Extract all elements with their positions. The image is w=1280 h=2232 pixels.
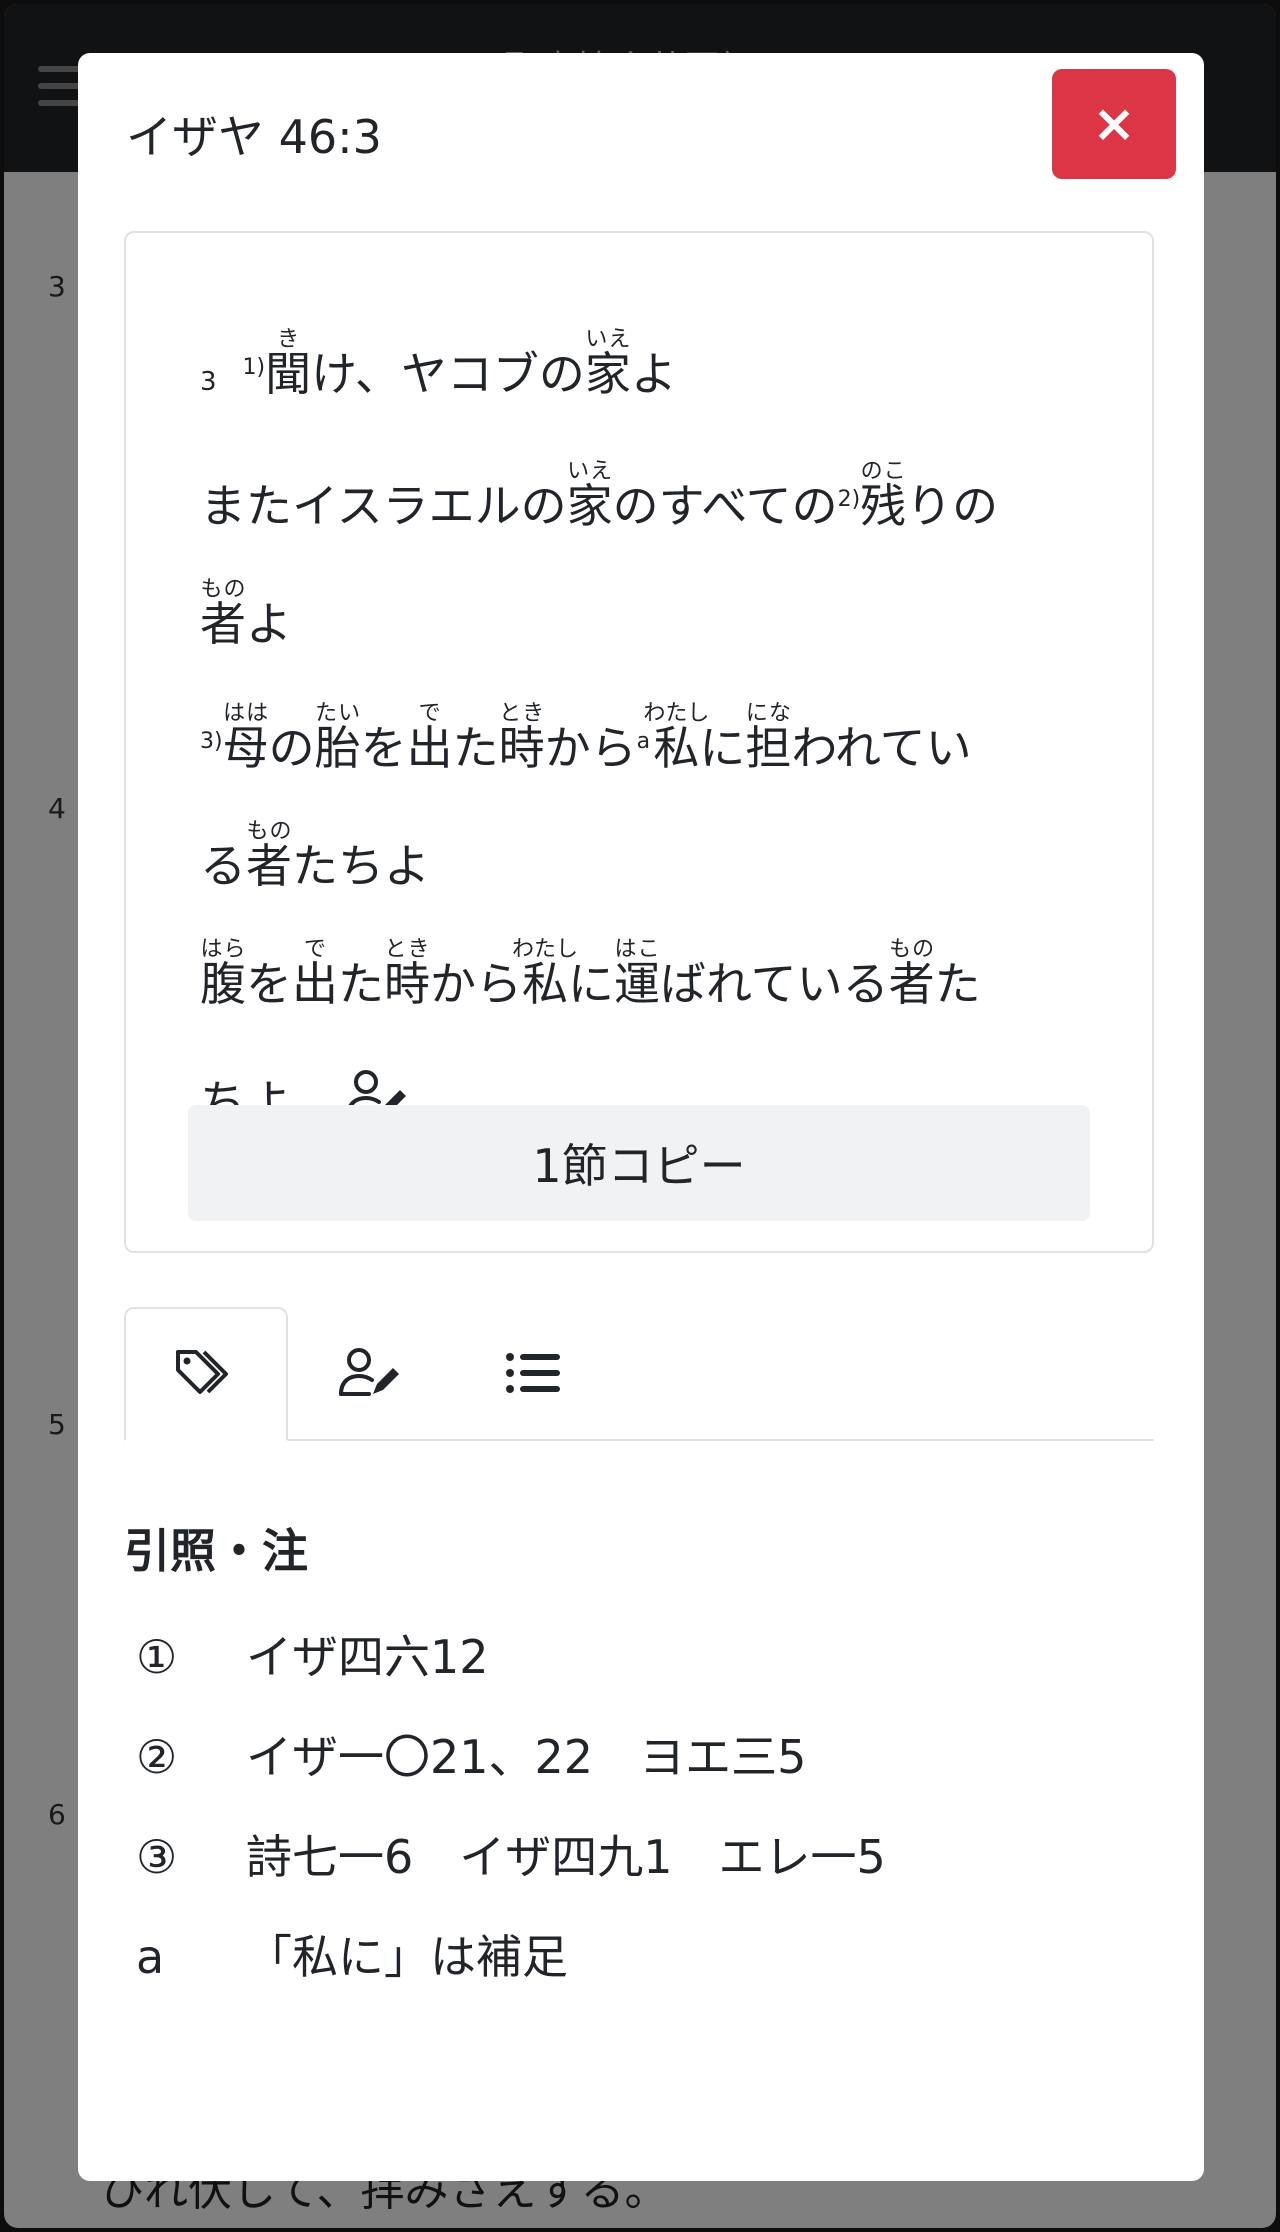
- reference-item: a 「私に」は補足: [136, 1930, 568, 1984]
- tab-notes[interactable]: [288, 1307, 452, 1439]
- verse-number: 3: [200, 367, 217, 397]
- reference-item: ③ 詩七一6 イザ四九1 エレ一5: [136, 1830, 886, 1884]
- tab-bar: [124, 1307, 1154, 1441]
- verse-modal: イザヤ 46:3 × 3 1)聞きけ、ヤコブの家いえよ またイスラエルの家いえのす…: [78, 53, 1204, 2181]
- footnote-marker[interactable]: 1): [243, 355, 266, 380]
- footnote-marker[interactable]: 3): [200, 729, 223, 754]
- verse-text: 3 1)聞きけ、ヤコブの家いえよ またイスラエルの家いえのすべての2)残のこりの …: [200, 327, 999, 1129]
- copy-verse-button[interactable]: 1節コピー: [188, 1105, 1090, 1221]
- modal-title: イザヤ 46:3: [126, 110, 382, 164]
- person-pen-icon: [339, 1348, 399, 1396]
- references-heading: 引照・注: [124, 1524, 308, 1578]
- footnote-marker[interactable]: 2): [838, 487, 861, 512]
- verse-card: 3 1)聞きけ、ヤコブの家いえよ またイスラエルの家いえのすべての2)残のこりの …: [124, 231, 1154, 1253]
- close-icon: ×: [1092, 94, 1136, 154]
- close-button[interactable]: ×: [1052, 69, 1176, 179]
- tab-list[interactable]: [452, 1307, 616, 1439]
- person-pen-icon[interactable]: [344, 1047, 410, 1118]
- list-icon: [506, 1353, 560, 1393]
- reference-item: ② イザ一〇21、22 ヨエ三5: [136, 1730, 807, 1784]
- reference-item: ① イザ四六12: [136, 1630, 489, 1684]
- tags-icon: [176, 1350, 228, 1394]
- tab-references[interactable]: [124, 1307, 288, 1441]
